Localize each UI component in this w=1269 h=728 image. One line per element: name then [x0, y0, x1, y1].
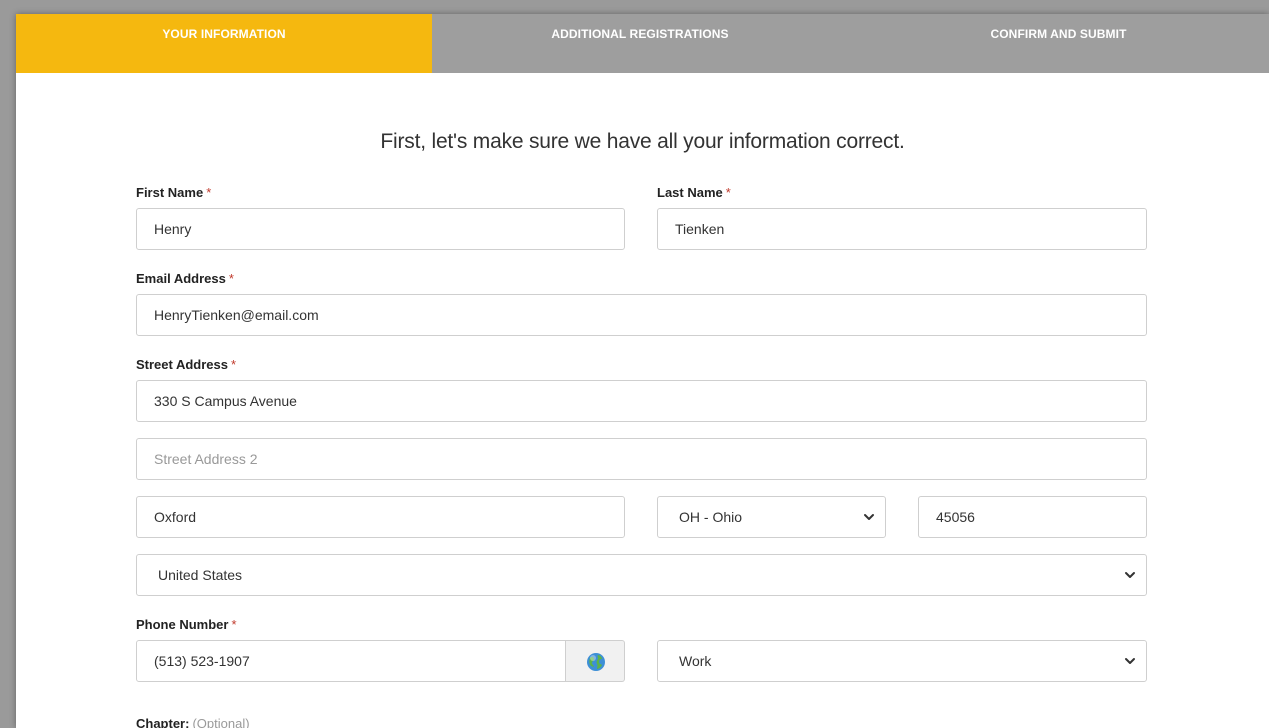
- first-name-label: First Name *: [136, 185, 212, 200]
- chapter-label: Chapter: (Optional): [136, 716, 250, 728]
- street-address-label: Street Address *: [136, 357, 237, 372]
- last-name-label: Last Name *: [657, 185, 731, 200]
- progress-steps: YOUR INFORMATION ADDITIONAL REGISTRATION…: [16, 14, 1269, 73]
- zip-input[interactable]: [918, 496, 1147, 538]
- city-input[interactable]: [136, 496, 625, 538]
- last-name-input[interactable]: [657, 208, 1147, 250]
- email-label: Email Address *: [136, 271, 234, 286]
- step-confirm-and-submit[interactable]: CONFIRM AND SUBMIT: [848, 14, 1269, 73]
- chevron-down-icon: [864, 514, 874, 520]
- phone-type-select[interactable]: Work: [657, 640, 1147, 682]
- phone-country-button[interactable]: [566, 640, 625, 682]
- country-select[interactable]: United States: [136, 554, 1147, 596]
- street-address-2-input[interactable]: [136, 438, 1147, 480]
- globe-icon: [587, 653, 605, 671]
- step-additional-registrations[interactable]: ADDITIONAL REGISTRATIONS: [432, 14, 848, 73]
- step-your-information[interactable]: YOUR INFORMATION: [16, 14, 432, 73]
- registration-form-page: YOUR INFORMATION ADDITIONAL REGISTRATION…: [16, 14, 1269, 728]
- required-marker: *: [206, 185, 212, 200]
- required-marker: *: [231, 617, 237, 632]
- required-marker: *: [725, 185, 731, 200]
- email-input[interactable]: [136, 294, 1147, 336]
- phone-number-label: Phone Number *: [136, 617, 237, 632]
- street-address-input[interactable]: [136, 380, 1147, 422]
- state-select[interactable]: OH - Ohio: [657, 496, 886, 538]
- first-name-input[interactable]: [136, 208, 625, 250]
- required-marker: *: [228, 271, 234, 286]
- chevron-down-icon: [1125, 572, 1135, 578]
- chevron-down-icon: [1125, 658, 1135, 664]
- page-headline: First, let's make sure we have all your …: [380, 130, 905, 153]
- required-marker: *: [231, 357, 237, 372]
- optional-marker: (Optional): [192, 716, 250, 728]
- phone-number-input[interactable]: [136, 640, 566, 682]
